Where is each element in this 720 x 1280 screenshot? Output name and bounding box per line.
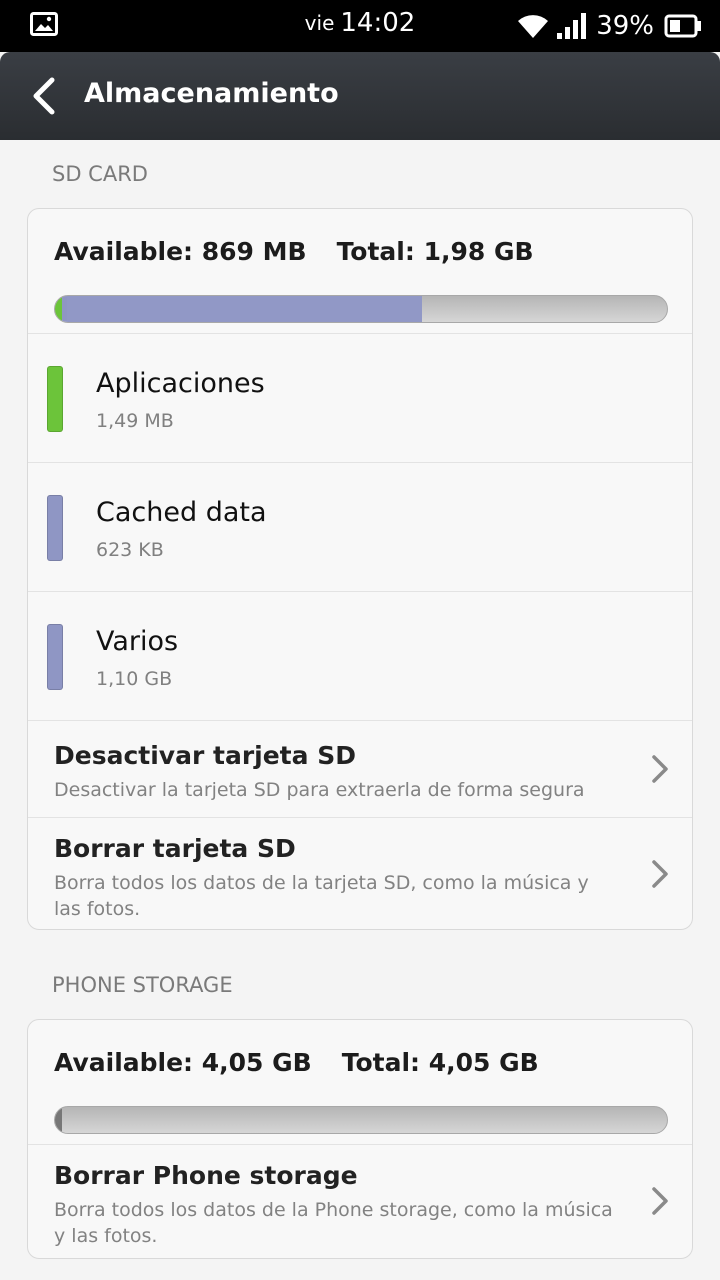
erase-sd-card-row[interactable]: Borrar tarjeta SD Borra todos los datos … xyxy=(28,818,692,929)
category-row-varios[interactable]: Varios 1,10 GB xyxy=(28,592,692,721)
phone-storage-total: Total: 4,05 GB xyxy=(341,1048,539,1077)
category-color-swatch xyxy=(47,624,63,690)
erase-phone-title: Borrar Phone storage xyxy=(54,1161,358,1190)
battery-icon xyxy=(664,14,701,38)
phone-storage-usage-bar xyxy=(54,1106,668,1134)
status-indicators: 39% xyxy=(516,10,702,42)
chevron-right-icon xyxy=(652,860,668,888)
category-size: 1,49 MB xyxy=(96,410,174,432)
category-name: Cached data xyxy=(96,497,267,528)
phone-storage-summary: Available: 4,05 GB Total: 4,05 GB xyxy=(28,1020,692,1145)
sd-usage-misc-segment xyxy=(67,296,423,322)
chevron-right-icon xyxy=(652,1187,668,1215)
category-color-swatch xyxy=(47,495,63,561)
sd-usage-apps-segment xyxy=(55,296,63,322)
page-title: Almacenamiento xyxy=(84,78,339,109)
sd-card-total: Total: 1,98 GB xyxy=(336,237,534,266)
sd-card-available: Available: 869 MB xyxy=(54,237,307,266)
sd-card-usage-bar xyxy=(54,295,668,323)
category-size: 1,10 GB xyxy=(96,668,173,690)
sd-card-capacity: Available: 869 MB Total: 1,98 GB xyxy=(54,237,534,266)
battery-percent: 39% xyxy=(596,11,654,41)
category-name: Varios xyxy=(96,626,179,657)
status-bar: vie 14:02 39% xyxy=(0,0,720,52)
unmount-sd-card-row[interactable]: Desactivar tarjeta SD Desactivar la tarj… xyxy=(28,721,692,818)
erase-sd-title: Borrar tarjeta SD xyxy=(54,834,296,863)
category-color-swatch xyxy=(47,366,63,432)
signal-icon xyxy=(557,13,587,39)
phone-storage-available: Available: 4,05 GB xyxy=(54,1048,312,1077)
status-day: vie xyxy=(304,11,335,35)
category-name: Aplicaciones xyxy=(96,368,265,399)
category-row-aplicaciones[interactable]: Aplicaciones 1,49 MB xyxy=(28,334,692,463)
erase-phone-storage-row[interactable]: Borrar Phone storage Borra todos los dat… xyxy=(28,1145,692,1257)
category-size: 623 KB xyxy=(96,539,164,561)
phone-storage-capacity: Available: 4,05 GB Total: 4,05 GB xyxy=(54,1048,539,1077)
sd-card-card: Available: 869 MB Total: 1,98 GB Aplicaci… xyxy=(27,208,693,930)
wifi-icon xyxy=(518,15,549,38)
phone-storage-card: Available: 4,05 GB Total: 4,05 GB Borrar … xyxy=(27,1019,693,1259)
unmount-sd-description: Desactivar la tarjeta SD para extraerla … xyxy=(54,779,585,801)
chevron-right-icon xyxy=(652,755,668,783)
category-row-cached-data[interactable]: Cached data 623 KB xyxy=(28,463,692,592)
status-time: 14:02 xyxy=(340,8,416,38)
sd-card-section-header: SD CARD xyxy=(52,162,148,186)
phone-usage-used-segment xyxy=(55,1107,63,1133)
back-arrow-icon[interactable] xyxy=(22,72,70,120)
unmount-sd-title: Desactivar tarjeta SD xyxy=(54,741,356,770)
erase-sd-description: Borra todos los datos de la tarjeta SD, … xyxy=(54,872,589,920)
phone-storage-section-header: PHONE STORAGE xyxy=(52,973,233,997)
title-bar: Almacenamiento xyxy=(0,52,720,140)
sd-card-summary: Available: 869 MB Total: 1,98 GB xyxy=(28,209,692,334)
erase-phone-description: Borra todos los datos de la Phone storag… xyxy=(54,1199,613,1247)
